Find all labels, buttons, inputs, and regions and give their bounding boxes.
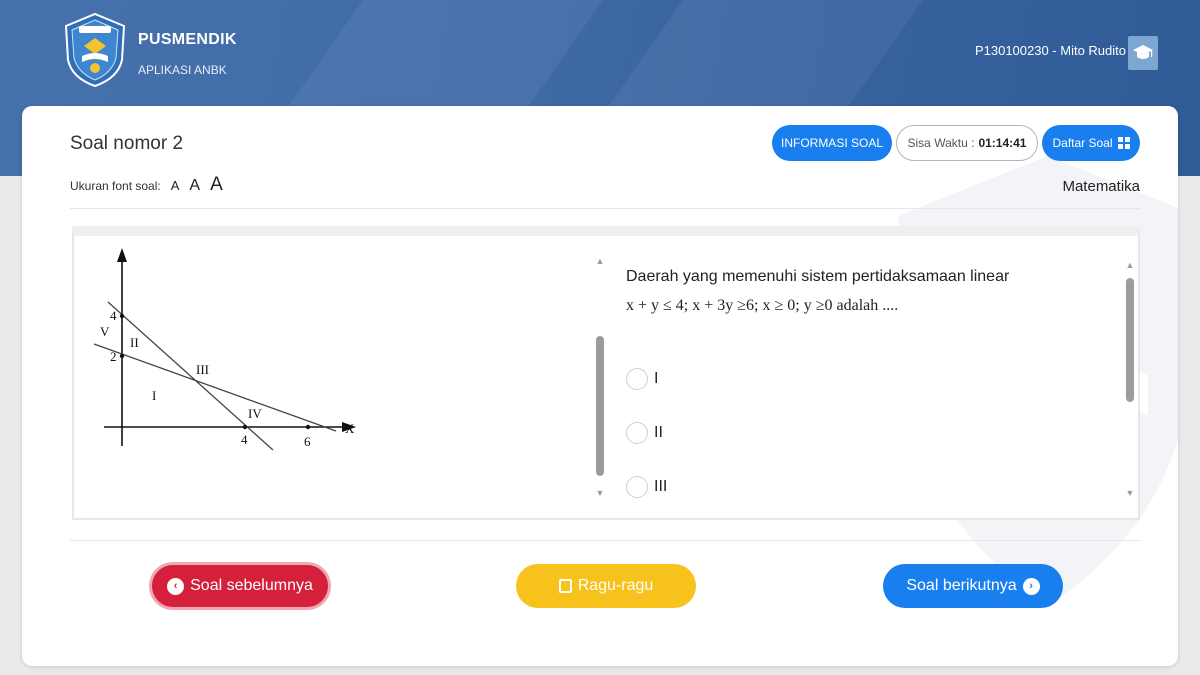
question-card: Soal nomor 2 Ukuran font soal: A A A INF…: [22, 106, 1178, 666]
point-x6: [305, 424, 311, 430]
chevron-right-icon: ›: [1022, 577, 1040, 595]
option-label: III: [654, 478, 668, 495]
answer-option-3[interactable]: III: [626, 476, 667, 498]
point-y4: [119, 313, 125, 319]
question-list-label: Daftar Soal: [1052, 136, 1113, 150]
font-size-label: Ukuran font soal:: [70, 179, 161, 193]
question-text: Daerah yang memenuhi sistem pertidaksama…: [626, 262, 1066, 320]
radio-button[interactable]: [626, 476, 648, 498]
scroll-up-icon[interactable]: ▲: [1124, 260, 1136, 270]
x-axis-label: X: [345, 421, 355, 436]
radio-button[interactable]: [626, 422, 648, 444]
scroll-down-icon[interactable]: ▼: [1124, 488, 1136, 498]
timer-label: Sisa Waktu :: [907, 136, 975, 150]
option-label: I: [654, 370, 659, 387]
previous-question-label: Soal sebelumnya: [190, 577, 313, 594]
chevron-left-icon: ‹: [167, 577, 185, 595]
next-question-label: Soal berikutnya: [906, 577, 1017, 594]
y-tick-4: 4: [110, 308, 117, 323]
font-medium-button[interactable]: A: [189, 177, 200, 195]
divider: [70, 208, 1140, 209]
x-tick-6: 6: [304, 434, 311, 449]
next-question-button[interactable]: Soal berikutnya ›: [883, 564, 1063, 608]
user-name: P130100230 - Mito Rudito: [974, 43, 1126, 58]
question-list-button[interactable]: Daftar Soal: [1042, 125, 1140, 161]
region-label-iv: IV: [248, 406, 262, 421]
region-label-iii: III: [196, 362, 209, 377]
scroll-up-icon[interactable]: ▲: [594, 256, 606, 266]
scroll-thumb[interactable]: [596, 336, 604, 476]
region-label-ii: II: [130, 335, 139, 350]
tut-wuri-handayani-logo: [64, 12, 126, 88]
right-scrollbar[interactable]: ▲ ▼: [1124, 260, 1136, 498]
question-content-box: X 4 6 4 2 V II III I IV ▲ ▼ ▲ ▼ Daerah y…: [72, 226, 1140, 520]
radio-button[interactable]: [626, 368, 648, 390]
point-y2: [119, 353, 125, 359]
brand-title: PUSMENDIK: [138, 31, 237, 48]
scroll-thumb[interactable]: [1126, 278, 1134, 402]
region-label-i: I: [152, 388, 156, 403]
inequality-graph: X 4 6 4 2 V II III I IV: [93, 248, 356, 451]
subject-label: Matematika: [1062, 178, 1140, 195]
user-avatar[interactable]: [1128, 36, 1158, 70]
timer-value: 01:14:41: [978, 136, 1027, 150]
font-large-button[interactable]: A: [210, 174, 223, 196]
point-x4: [242, 424, 248, 430]
doubt-button[interactable]: Ragu-ragu: [516, 564, 696, 608]
info-question-button[interactable]: INFORMASI SOAL: [772, 125, 892, 161]
previous-question-button[interactable]: ‹ Soal sebelumnya: [149, 562, 331, 610]
x-tick-4: 4: [241, 432, 248, 447]
graduation-cap-icon: [1133, 45, 1153, 59]
line-x-plus-3y-6: [93, 343, 337, 432]
y-tick-2: 2: [110, 349, 117, 364]
question-number-title: Soal nomor 2: [70, 133, 184, 154]
region-label-v: V: [100, 324, 110, 339]
y-axis-arrow: [117, 248, 127, 262]
divider: [70, 540, 1140, 541]
question-text-line1: Daerah yang memenuhi sistem pertidaksama…: [626, 268, 1010, 285]
remaining-time: Sisa Waktu : 01:14:41: [896, 125, 1038, 161]
answer-option-1[interactable]: I: [626, 368, 658, 390]
doubt-label: Ragu-ragu: [577, 577, 654, 594]
font-small-button[interactable]: A: [171, 178, 180, 193]
grid-icon: [1117, 137, 1130, 149]
checkbox-icon[interactable]: [558, 579, 572, 593]
left-scrollbar[interactable]: ▲ ▼: [594, 256, 606, 498]
option-label: II: [654, 424, 663, 441]
answer-option-2[interactable]: II: [626, 422, 663, 444]
question-text-line2: x + y ≤ 4; x + 3y ≥6; x ≥ 0; y ≥0 adalah…: [626, 297, 899, 314]
font-size-selector: Ukuran font soal: A A A: [70, 174, 223, 196]
scroll-down-icon[interactable]: ▼: [594, 488, 606, 498]
brand-subtitle: APLIKASI ANBK: [138, 63, 227, 77]
